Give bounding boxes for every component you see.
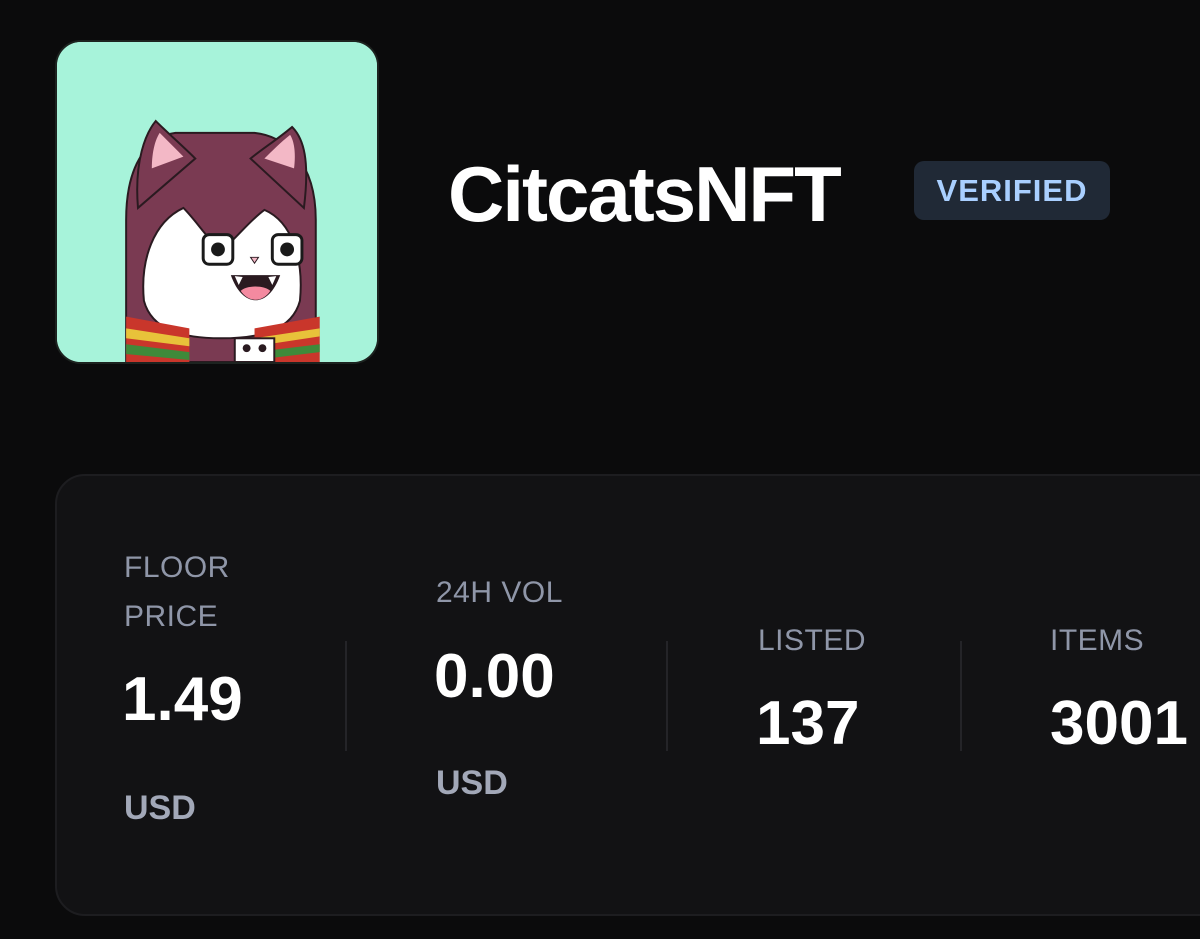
cat-avatar-image [57, 42, 377, 362]
floor-price-unit: USD [124, 789, 196, 827]
floor-price-value: 1.49 [122, 665, 243, 734]
floor-price-label-line1: FLOOR [124, 551, 230, 584]
volume-value: 0.00 [434, 642, 555, 711]
volume-unit: USD [436, 764, 508, 802]
collection-title: CitcatsNFT [448, 150, 842, 238]
items-value: 3001 [1050, 689, 1188, 758]
stat-divider [666, 641, 668, 751]
items-label: ITEMS [1050, 624, 1145, 657]
verified-badge: VERIFIED [914, 161, 1110, 220]
collection-page: CitcatsNFT VERIFIED FLOOR PRICE 1.49 USD… [0, 0, 1200, 939]
floor-price-label-line2: PRICE [124, 600, 219, 633]
stat-divider [345, 641, 347, 751]
stat-divider [960, 641, 962, 751]
listed-label: LISTED [758, 624, 867, 657]
collection-avatar [55, 40, 379, 364]
listed-value: 137 [756, 689, 860, 758]
volume-label: 24H VOL [436, 576, 563, 609]
